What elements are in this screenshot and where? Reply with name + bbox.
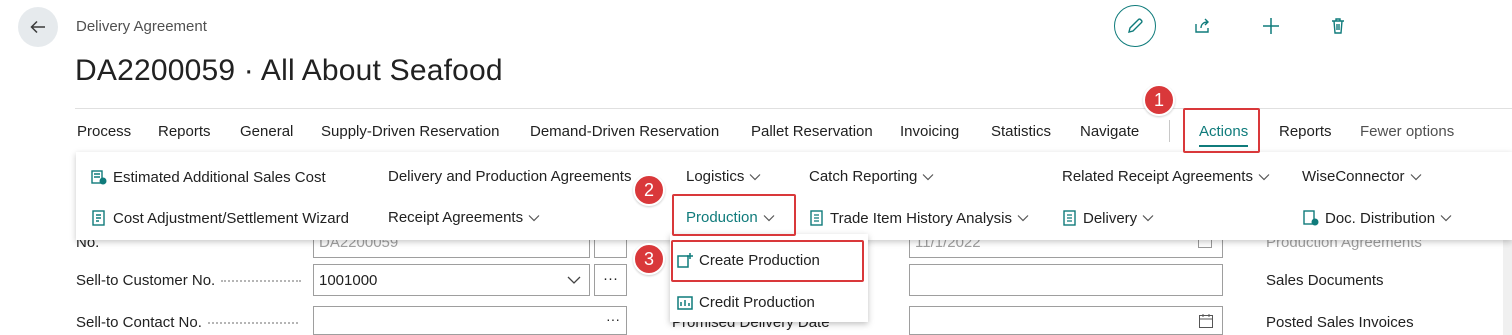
chevron-down-icon	[1017, 215, 1029, 222]
logistics-menu[interactable]: Logistics	[686, 168, 766, 185]
trash-icon	[1332, 18, 1344, 34]
sell-to-customer-field[interactable]: 1001000	[313, 264, 590, 296]
chevron-down-icon	[1258, 173, 1270, 180]
production-menu[interactable]: Production	[686, 209, 780, 226]
actions-dropdown-panel: Estimated Additional Sales Cost Cost Adj…	[76, 152, 1512, 240]
create-production-action[interactable]: Create Production	[676, 251, 820, 269]
tab-actions[interactable]: Actions	[1199, 123, 1249, 147]
document-icon	[1063, 210, 1076, 226]
chevron-down-icon[interactable]	[567, 275, 581, 285]
step-badge-1: 1	[1143, 84, 1175, 116]
report-icon	[810, 210, 823, 226]
promised-delivery-field[interactable]	[909, 306, 1223, 335]
sell-to-contact-label: Sell-to Contact No.	[76, 314, 298, 332]
receipt-agreements-menu[interactable]: Receipt Agreements	[388, 209, 545, 226]
cost-adjustment-wizard-action[interactable]: Cost Adjustment/Settlement Wizard	[90, 209, 349, 227]
sell-to-customer-value: 1001000	[319, 272, 378, 289]
delivery-label: Delivery	[1083, 209, 1138, 227]
tab-reports-2[interactable]: Reports	[1279, 123, 1332, 140]
tab-supply-driven-reservation[interactable]: Supply-Driven Reservation	[321, 123, 499, 140]
chevron-down-icon	[763, 214, 775, 221]
tab-invoicing[interactable]: Invoicing	[900, 123, 959, 140]
tab-navigate[interactable]: Navigate	[1080, 123, 1139, 140]
arrow-left-icon	[30, 20, 45, 34]
distribution-icon	[1303, 210, 1319, 226]
sell-to-contact-field[interactable]: ···	[313, 306, 627, 335]
create-production-icon	[677, 253, 693, 268]
related-receipt-agreements-menu[interactable]: Related Receipt Agreements	[1062, 168, 1275, 185]
action-bar: Process Reports General Supply-Driven Re…	[0, 112, 1512, 150]
credit-production-label: Credit Production	[699, 293, 815, 311]
calendar-icon[interactable]	[1198, 313, 1214, 329]
cost-adjustment-label: Cost Adjustment/Settlement Wizard	[113, 209, 349, 227]
pencil-icon	[1128, 18, 1143, 33]
create-production-label: Create Production	[699, 251, 820, 269]
estimated-cost-label: Estimated Additional Sales Cost	[113, 168, 326, 186]
sell-to-customer-label-text: Sell-to Customer No.	[76, 272, 216, 289]
step-badge-3: 3	[633, 243, 665, 275]
header-divider	[75, 108, 1512, 109]
production-submenu: Create Production Credit Production	[670, 234, 868, 322]
tab-demand-driven-reservation[interactable]: Demand-Driven Reservation	[530, 123, 719, 140]
cost-calculator-icon	[91, 170, 107, 185]
catch-reporting-menu[interactable]: Catch Reporting	[809, 168, 939, 185]
share-icon	[1195, 18, 1209, 33]
wiseconnector-menu[interactable]: WiseConnector	[1302, 168, 1427, 185]
chevron-down-icon	[1142, 215, 1154, 222]
label-dots	[207, 321, 298, 324]
chevron-down-icon	[1410, 173, 1421, 180]
sell-to-contact-label-text: Sell-to Contact No.	[76, 314, 202, 331]
receipt-agreements-label: Receipt Agreements	[388, 209, 524, 226]
delivery-menu[interactable]: Delivery	[1062, 209, 1159, 227]
logistics-label: Logistics	[686, 168, 745, 185]
edit-button[interactable]	[1114, 5, 1156, 47]
actionbar-separator	[1169, 120, 1170, 142]
sell-to-customer-label: Sell-to Customer No.	[76, 272, 302, 290]
plus-icon	[1263, 18, 1279, 34]
production-label: Production	[686, 209, 758, 226]
sell-to-contact-ellipsis[interactable]: ···	[606, 311, 620, 327]
fewer-options-button[interactable]: Fewer options	[1360, 123, 1454, 140]
tab-process[interactable]: Process	[77, 123, 131, 140]
related-receipt-label: Related Receipt Agreements	[1062, 168, 1253, 185]
factbox-posted-sales-invoices[interactable]: Posted Sales Invoices	[1266, 314, 1414, 331]
delete-button[interactable]	[1317, 5, 1359, 47]
page-title: DA2200059 · All About Seafood	[75, 54, 503, 87]
sell-to-customer-lookup-button[interactable]: ···	[594, 264, 627, 296]
share-button[interactable]	[1181, 5, 1223, 47]
active-tab-underline	[1199, 145, 1249, 147]
right-field-2[interactable]	[909, 264, 1223, 296]
credit-production-action[interactable]: Credit Production	[676, 293, 815, 311]
chevron-down-icon	[922, 173, 934, 180]
tab-pallet-reservation[interactable]: Pallet Reservation	[751, 123, 873, 140]
chevron-down-icon	[528, 214, 540, 221]
doc-distribution-menu[interactable]: Doc. Distribution	[1302, 209, 1457, 227]
tab-general[interactable]: General	[240, 123, 293, 140]
wizard-document-icon	[92, 210, 105, 226]
breadcrumb: Delivery Agreement	[76, 18, 207, 35]
trade-item-history-menu[interactable]: Trade Item History Analysis	[809, 209, 1034, 227]
doc-distribution-label: Doc. Distribution	[1325, 209, 1436, 227]
chevron-down-icon	[1440, 215, 1452, 222]
tab-actions-label: Actions	[1199, 123, 1249, 140]
chevron-down-icon	[749, 173, 761, 180]
trade-item-history-label: Trade Item History Analysis	[830, 209, 1012, 227]
delivery-production-agreements-action[interactable]: Delivery and Production Agreements	[388, 168, 631, 185]
wiseconnector-label: WiseConnector	[1302, 168, 1405, 185]
back-button[interactable]	[18, 7, 58, 47]
catch-reporting-label: Catch Reporting	[809, 168, 918, 185]
label-dots	[221, 279, 302, 282]
step-badge-2: 2	[633, 174, 665, 206]
tab-statistics[interactable]: Statistics	[991, 123, 1051, 140]
new-button[interactable]	[1250, 5, 1292, 47]
credit-production-icon	[677, 296, 693, 310]
factbox-sales-documents[interactable]: Sales Documents	[1266, 272, 1384, 289]
tab-reports[interactable]: Reports	[158, 123, 211, 140]
delivery-production-label: Delivery and Production Agreements	[388, 168, 632, 185]
estimated-additional-sales-cost-action[interactable]: Estimated Additional Sales Cost	[90, 168, 326, 186]
